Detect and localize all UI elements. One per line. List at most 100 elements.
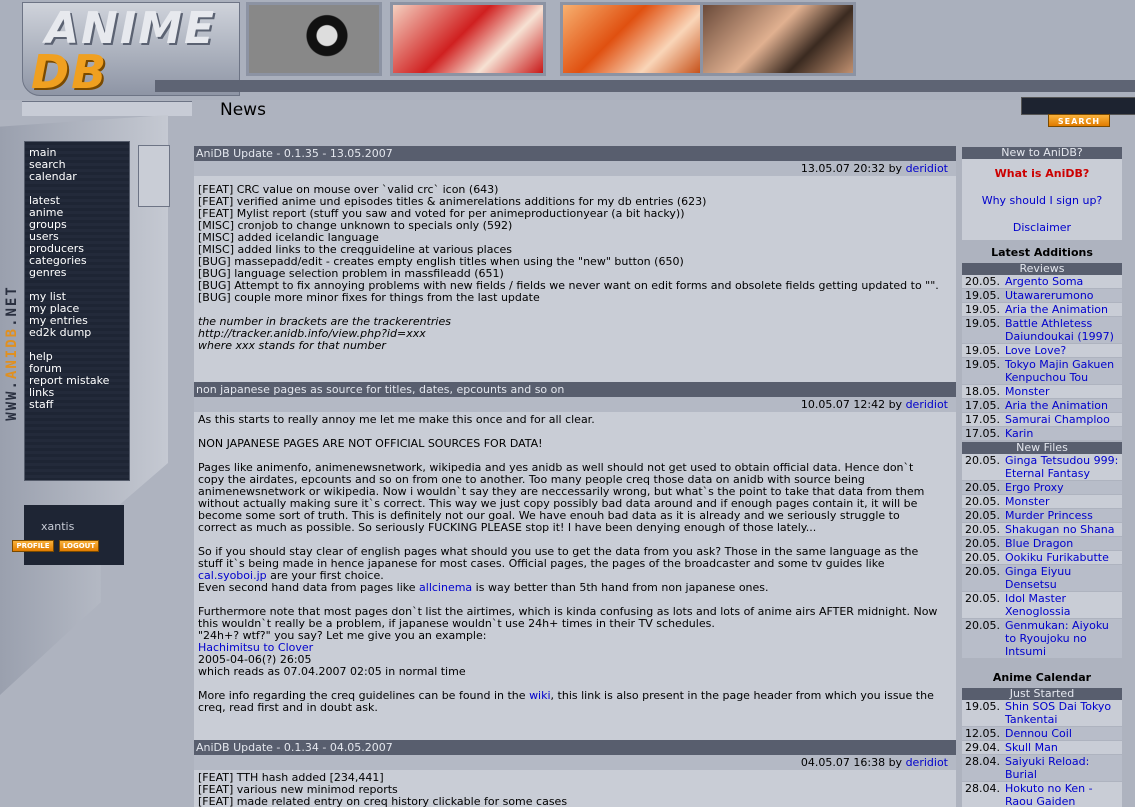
list-item: 20.05. Ginga Tetsudou 999: Eternal Fantas…	[962, 454, 1122, 481]
item-link[interactable]: Saiyuki Reload: Burial	[1005, 755, 1122, 781]
news-line: correct as much as possible. So seriousl…	[198, 521, 817, 534]
item-link[interactable]: Dennou Coil	[1005, 727, 1122, 740]
site-url-suffix: .NET	[3, 285, 20, 327]
list-item: 28.04. Hokuto no Ken - Raou Gaiden Gekito…	[962, 782, 1122, 807]
what-is-anidb-link[interactable]: What is AniDB?	[962, 159, 1122, 186]
item-date: 20.05.	[965, 592, 1000, 605]
item-link[interactable]: Ookiku Furikabutte	[1005, 551, 1122, 564]
profile-button[interactable]: PROFILE	[12, 540, 54, 552]
just-started-list: 19.05. Shin SOS Dai Tokyo Tankentai 12.05.…	[962, 700, 1122, 807]
list-item: 28.04. Saiyuki Reload: Burial	[962, 755, 1122, 782]
item-link[interactable]: Samurai Champloo	[1005, 413, 1122, 426]
item-date: 20.05.	[965, 454, 1000, 467]
news-author-link[interactable]: deridiot	[906, 756, 948, 769]
news-paragraph: As this starts to really annoy me let me…	[198, 413, 595, 426]
list-item: 17.05. Karin	[962, 427, 1122, 441]
header: ANIME DB	[0, 0, 1135, 100]
item-date: 20.05.	[965, 619, 1000, 632]
list-item: 20.05. Genmukan: Aiyoku to Ryoujoku no In…	[962, 619, 1122, 659]
site-url-prefix: WWW.	[3, 379, 20, 421]
list-item: 20.05. Ginga Eiyuu Densetsu	[962, 565, 1122, 592]
search-input[interactable]	[1021, 97, 1135, 115]
site-url-mid: ANIDB	[3, 326, 20, 380]
item-link[interactable]: Aria the Animation	[1005, 399, 1122, 412]
latest-additions-title: Latest Additions	[991, 246, 1093, 259]
item-date: 19.05.	[965, 289, 1000, 302]
item-link[interactable]: Skull Man	[1005, 741, 1122, 754]
item-link[interactable]: Karin	[1005, 427, 1122, 440]
item-link[interactable]: Argento Soma	[1005, 275, 1122, 288]
nav-link-calendar[interactable]: calendar	[29, 171, 109, 183]
item-link[interactable]: Ginga Tetsudou 999: Eternal Fantasy	[1005, 454, 1122, 480]
nav-link-staff[interactable]: staff	[29, 399, 109, 411]
nav-link-genres[interactable]: genres	[29, 267, 109, 279]
item-link[interactable]: Genmukan: Aiyoku to Ryoujoku no Intsumi	[1005, 619, 1122, 658]
logout-button[interactable]: LOGOUT	[59, 540, 99, 552]
list-item: 20.05. Monster	[962, 495, 1122, 509]
item-date: 19.05.	[965, 317, 1000, 330]
item-link[interactable]: Monster	[1005, 385, 1122, 398]
item-link[interactable]: Love Love?	[1005, 344, 1122, 357]
nav-link-ed2k-dump[interactable]: ed2k dump	[29, 327, 109, 339]
new-files-list: 20.05. Ginga Tetsudou 999: Eternal Fantas…	[962, 454, 1122, 659]
item-link[interactable]: Utawarerumono	[1005, 289, 1122, 302]
item-link[interactable]: Monster	[1005, 495, 1122, 508]
item-link[interactable]: Shin SOS Dai Tokyo Tankentai	[1005, 700, 1122, 726]
news-text: Even second hand data from pages like	[198, 581, 420, 594]
header-divider	[22, 101, 192, 116]
list-item: 19.05. Utawarerumono	[962, 289, 1122, 303]
news-note: where xxx stands for that number	[198, 339, 386, 352]
item-link[interactable]: Shakugan no Shana	[1005, 523, 1122, 536]
item-link[interactable]: Hokuto no Ken - Raou Gaiden Gekitou-hen	[1005, 782, 1122, 807]
news-item: AniDB Update - 0.1.35 - 13.05.2007 13.05…	[194, 146, 956, 356]
item-date: 18.05.	[965, 385, 1000, 398]
banner-image-anime-girl-orange	[560, 2, 706, 76]
user-panel	[24, 505, 124, 565]
list-item: 20.05. Ergo Proxy	[962, 481, 1122, 495]
news-line: [BUG] couple more minor fixes for things…	[198, 291, 540, 304]
item-link[interactable]: Murder Princess	[1005, 509, 1122, 522]
item-date: 20.05.	[965, 551, 1000, 564]
news-item: AniDB Update - 0.1.34 - 04.05.2007 04.05…	[194, 740, 956, 807]
news-body: [FEAT] TTH hash added [234,441] [FEAT] va…	[194, 770, 956, 807]
search-button[interactable]: SEARCH	[1048, 114, 1110, 127]
item-date: 17.05.	[965, 399, 1000, 412]
item-link[interactable]: Aria the Animation	[1005, 303, 1122, 316]
wiki-link[interactable]: wiki	[529, 689, 550, 702]
news-date: 04.05.07 16:38	[800, 756, 886, 769]
news-meta: 10.05.07 12:42 by deridiot	[194, 397, 956, 412]
item-date: 28.04.	[965, 782, 1000, 795]
disclaimer-link[interactable]: Disclaimer	[962, 213, 1122, 240]
item-link[interactable]: Tokyo Majin Gakuen Kenpuchou Tou	[1005, 358, 1122, 384]
news-content: AniDB Update - 0.1.35 - 13.05.2007 13.05…	[194, 146, 956, 807]
banner-image-radiation	[246, 2, 382, 76]
allcinema-link[interactable]: allcinema	[419, 581, 472, 594]
item-date: 12.05.	[965, 727, 1000, 740]
news-text: , this link is also present in the page …	[550, 689, 934, 702]
item-date: 17.05.	[965, 413, 1000, 426]
why-sign-up-link[interactable]: Why should I sign up?	[962, 186, 1122, 213]
item-link[interactable]: Ginga Eiyuu Densetsu	[1005, 565, 1122, 591]
news-by: by	[888, 398, 903, 411]
item-link[interactable]: Idol Master Xenoglossia	[1005, 592, 1122, 618]
item-date: 17.05.	[965, 427, 1000, 440]
news-by: by	[888, 162, 903, 175]
list-item: 29.04. Skull Man	[962, 741, 1122, 755]
item-date: 19.05.	[965, 344, 1000, 357]
news-author-link[interactable]: deridiot	[906, 162, 948, 175]
item-link[interactable]: Battle Athletess Daiundoukai (1997)	[1005, 317, 1122, 343]
list-item: 20.05. Argento Soma	[962, 275, 1122, 289]
right-column: New to AniDB? What is AniDB? Why should …	[962, 146, 1122, 807]
item-link[interactable]: Blue Dragon	[1005, 537, 1122, 550]
news-item: non japanese pages as source for titles,…	[194, 382, 956, 718]
username: xantis	[41, 520, 75, 533]
list-item: 20.05. Blue Dragon	[962, 537, 1122, 551]
news-author-link[interactable]: deridiot	[906, 398, 948, 411]
list-item: 12.05. Dennou Coil	[962, 727, 1122, 741]
list-item: 20.05. Shakugan no Shana	[962, 523, 1122, 537]
item-link[interactable]: Ergo Proxy	[1005, 481, 1122, 494]
news-title: AniDB Update - 0.1.34 - 04.05.2007	[194, 740, 956, 755]
list-item: 19.05. Battle Athletess Daiundoukai (1997…	[962, 317, 1122, 344]
news-line: [FEAT] made related entry on creq histor…	[198, 795, 568, 807]
item-date: 29.04.	[965, 741, 1000, 754]
